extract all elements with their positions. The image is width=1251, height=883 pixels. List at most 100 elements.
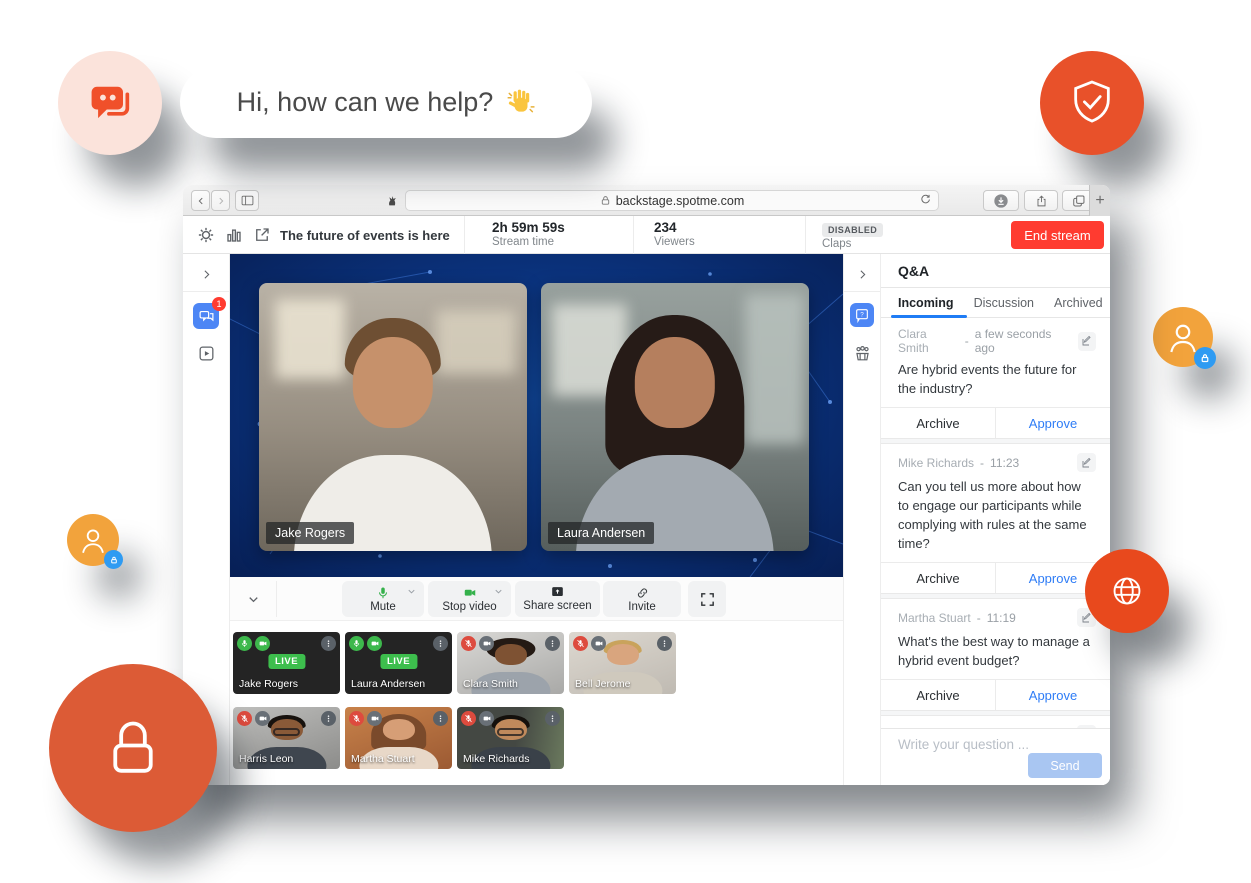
claps-status-badge: DISABLED [822, 223, 883, 237]
tabs-icon [1072, 194, 1086, 208]
speaker-video-laura[interactable]: Laura Andersen [541, 283, 809, 551]
qa-tabs: Incoming Discussion Archived [881, 288, 1110, 318]
archive-button[interactable]: Archive [881, 408, 995, 438]
more-options-icon[interactable] [545, 636, 560, 651]
media-panel-button[interactable] [193, 340, 219, 366]
camera-on-icon[interactable] [255, 636, 270, 651]
camera-icon[interactable] [479, 636, 494, 651]
controls-divider [276, 581, 277, 617]
active-tab-underline [891, 315, 967, 318]
downloads-button[interactable] [983, 190, 1019, 211]
chevron-down-icon[interactable] [406, 586, 417, 600]
qa-panel: Q&A Incoming Discussion Archived Clara S… [881, 254, 1110, 785]
right-rail: ? [843, 254, 881, 785]
invite-button[interactable]: Invite [603, 581, 681, 617]
archive-button[interactable]: Archive [881, 680, 995, 710]
viewers-metric: 234 Viewers [654, 220, 695, 249]
more-options-icon[interactable] [321, 636, 336, 651]
more-options-icon[interactable] [657, 636, 672, 651]
approve-button[interactable]: Approve [995, 680, 1110, 710]
tab-incoming[interactable]: Incoming [898, 296, 954, 310]
participant-tile[interactable]: Martha Stuart [345, 707, 452, 769]
edit-question-icon[interactable] [1077, 453, 1096, 472]
stop-video-button[interactable]: Stop video [428, 581, 511, 617]
invite-label: Invite [628, 601, 656, 613]
collapse-controls-button[interactable] [238, 585, 268, 613]
chat-panel-button[interactable]: 1 [193, 303, 219, 329]
more-options-icon[interactable] [433, 636, 448, 651]
browser-window: backstage.spotme.com + [183, 185, 1110, 785]
chevron-down-icon[interactable] [493, 586, 504, 600]
meta-separator: - [965, 334, 969, 348]
mic-muted-icon[interactable] [237, 711, 252, 726]
question-text: Can you tell us more about how to engage… [881, 477, 1110, 562]
mic-muted-icon[interactable] [461, 636, 476, 651]
chat-bubbles-icon [198, 308, 215, 325]
link-icon [635, 586, 650, 600]
refresh-button[interactable] [919, 193, 932, 209]
participant-tile[interactable]: Bell Jerome [569, 632, 676, 694]
mic-muted-icon[interactable] [349, 711, 364, 726]
fullscreen-button[interactable] [688, 581, 726, 617]
help-speech-bubble[interactable]: Hi, how can we help? [180, 66, 592, 138]
participant-tile[interactable]: Mike Richards [457, 707, 564, 769]
end-stream-button[interactable]: End stream [1011, 221, 1104, 249]
edit-question-icon[interactable] [1078, 332, 1096, 351]
question-text: Are hybrid events the future for the ind… [881, 360, 1110, 407]
globe-bubble [1085, 549, 1169, 633]
refresh-icon [919, 193, 932, 206]
header-divider [464, 216, 465, 254]
person-icon [76, 523, 110, 557]
mic-on-icon[interactable] [349, 636, 364, 651]
speaker-video-jake[interactable]: Jake Rogers [259, 283, 527, 551]
participant-tile[interactable]: Clara Smith [457, 632, 564, 694]
share-button[interactable] [1024, 190, 1058, 211]
header-divider [805, 216, 806, 254]
tab-discussion[interactable]: Discussion [974, 296, 1034, 310]
approve-button[interactable]: Approve [995, 408, 1110, 438]
participant-tile[interactable]: Harris Leon [233, 707, 340, 769]
participant-name: Jake Rogers [239, 678, 298, 690]
back-button[interactable] [191, 190, 210, 211]
more-options-icon[interactable] [545, 711, 560, 726]
video-clip-icon [197, 344, 216, 363]
collapse-right-rail-button[interactable] [852, 264, 872, 284]
header-divider [633, 216, 634, 254]
participant-tile[interactable]: LIVE Laura Andersen [345, 632, 452, 694]
send-button[interactable]: Send [1028, 753, 1102, 778]
extension-button[interactable] [379, 190, 403, 211]
more-options-icon[interactable] [321, 711, 336, 726]
audience-icon [853, 344, 872, 363]
camera-icon[interactable] [479, 711, 494, 726]
participant-name: Laura Andersen [351, 678, 425, 690]
settings-gear-icon[interactable] [197, 226, 215, 244]
mute-button[interactable]: Mute [342, 581, 424, 617]
participant-tile[interactable]: LIVE Jake Rogers [233, 632, 340, 694]
address-bar[interactable]: backstage.spotme.com [405, 190, 939, 211]
security-shield-bubble [1040, 51, 1144, 155]
share-screen-button[interactable]: Share screen [515, 581, 600, 617]
camera-on-icon[interactable] [367, 636, 382, 651]
tab-archived[interactable]: Archived [1054, 296, 1103, 310]
new-tab-button[interactable]: + [1089, 185, 1110, 216]
open-external-icon[interactable] [253, 226, 271, 244]
sidebar-toggle-button[interactable] [235, 190, 259, 211]
camera-icon[interactable] [591, 636, 606, 651]
question-input[interactable] [898, 737, 1078, 752]
camera-icon[interactable] [367, 711, 382, 726]
collapse-left-rail-button[interactable] [196, 264, 216, 284]
archive-button[interactable]: Archive [881, 563, 995, 593]
app-header: The future of events is here 2h 59m 59s … [183, 216, 1110, 254]
help-text: Hi, how can we help? [237, 87, 494, 118]
claps-metric: DISABLED Claps [822, 220, 883, 251]
camera-icon[interactable] [255, 711, 270, 726]
mic-muted-icon[interactable] [573, 636, 588, 651]
audience-panel-button[interactable] [849, 340, 875, 366]
question-compose-area: Send [881, 728, 1110, 785]
qa-panel-button[interactable]: ? [850, 303, 874, 327]
analytics-chart-icon[interactable] [225, 226, 243, 244]
forward-button[interactable] [211, 190, 230, 211]
mic-on-icon[interactable] [237, 636, 252, 651]
more-options-icon[interactable] [433, 711, 448, 726]
mic-muted-icon[interactable] [461, 711, 476, 726]
